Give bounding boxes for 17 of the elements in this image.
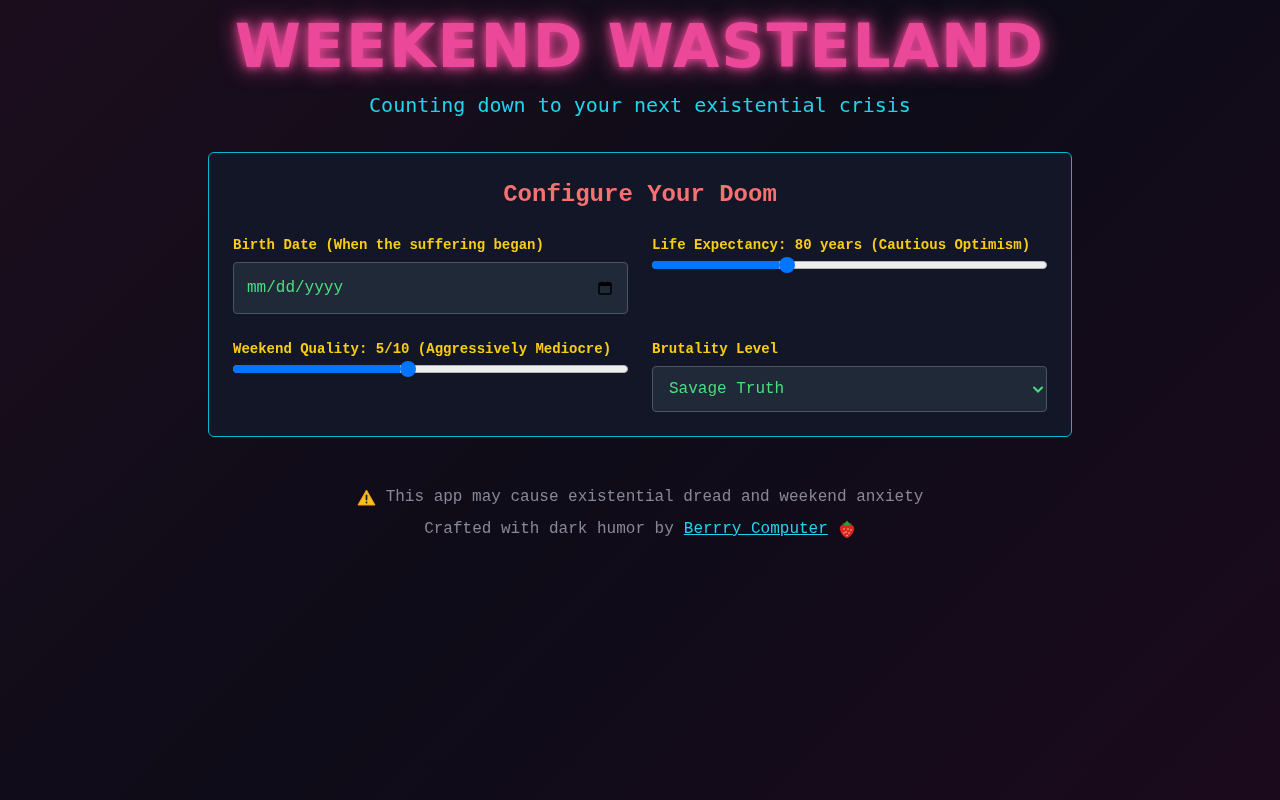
credit-text: Crafted with dark humor by <box>424 519 674 539</box>
strawberry-icon <box>837 519 856 539</box>
brutality-select[interactable]: Savage Truth <box>652 366 1047 412</box>
slider-thumb[interactable] <box>400 361 417 377</box>
field-label: Weekend Quality: 5/10 (Aggressively Mediocre) <box>233 341 613 357</box>
field-label: Life Expectancy: 80 years (Cautious Optimism) <box>652 237 1032 253</box>
card-title: Configure Your Doom <box>502 181 778 209</box>
warning-text: This app may cause existential dread and weekend anxiety <box>385 487 924 507</box>
subtitle: Counting down to your next existential crisis <box>369 93 911 117</box>
slider-thumb[interactable] <box>778 257 795 273</box>
app-title: WEEKEND WASTELAND <box>234 12 1046 80</box>
field-label: Brutality Level <box>652 341 780 357</box>
field-label: Birth Date (When the suffering began) <box>233 237 545 253</box>
chevron-down-icon <box>1033 385 1043 393</box>
credit-link[interactable]: Berrry Computer <box>683 519 828 539</box>
warning-icon <box>356 488 376 506</box>
date-input[interactable]: mm/dd/yyyy <box>233 262 628 314</box>
